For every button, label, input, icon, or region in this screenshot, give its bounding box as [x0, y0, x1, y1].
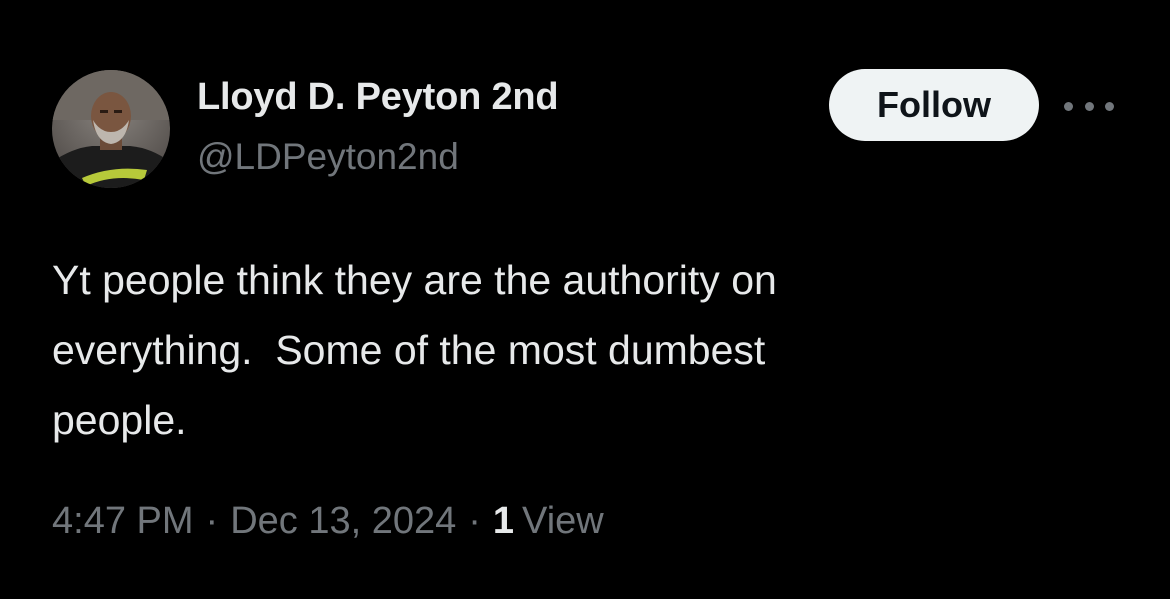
dot	[1084, 101, 1094, 111]
tweet-date[interactable]: Dec 13, 2024	[230, 500, 456, 543]
views-count: 1	[492, 500, 515, 542]
user-handle[interactable]: @LDPeyton2nd	[197, 136, 459, 178]
separator: ·	[205, 500, 219, 542]
dot	[1105, 101, 1114, 111]
avatar[interactable]	[52, 70, 170, 188]
views-label: View	[522, 500, 604, 542]
tweet-card: Lloyd D. Peyton 2nd @LDPeyton2nd Follow …	[0, 0, 1170, 599]
display-name[interactable]: Lloyd D. Peyton 2nd	[197, 76, 559, 119]
tweet-meta: 4:47 PM · Dec 13, 2024 · 1 View	[52, 500, 604, 543]
follow-button[interactable]: Follow	[829, 69, 1039, 141]
tweet-text: Yt people think they are the authority o…	[52, 257, 777, 443]
more-horizontal-icon[interactable]	[1064, 92, 1114, 120]
separator: ·	[468, 500, 481, 542]
tweet-time[interactable]: 4:47 PM	[52, 500, 194, 543]
dot	[1064, 101, 1073, 111]
